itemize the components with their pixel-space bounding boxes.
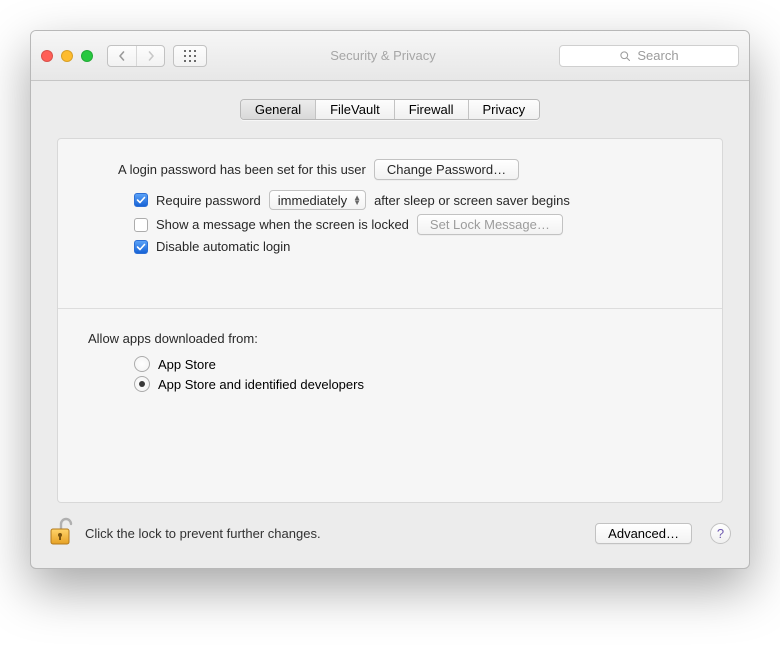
tab-bar: General FileVault Firewall Privacy — [57, 99, 723, 120]
tab-label: Firewall — [409, 102, 454, 117]
footer: Click the lock to prevent further change… — [31, 503, 749, 568]
nav-back-forward — [107, 45, 165, 67]
window-controls — [41, 50, 93, 62]
tab-privacy[interactable]: Privacy — [468, 100, 540, 119]
radio-label: App Store and identified developers — [158, 377, 364, 392]
tab-firewall[interactable]: Firewall — [394, 100, 468, 119]
tab-label: General — [255, 102, 301, 117]
lock-text: Click the lock to prevent further change… — [85, 526, 321, 541]
show-message-row: Show a message when the screen is locked… — [134, 214, 702, 235]
advanced-button[interactable]: Advanced… — [595, 523, 692, 544]
require-password-label: Require password — [156, 193, 261, 208]
back-button[interactable] — [108, 46, 136, 66]
set-lock-message-button[interactable]: Set Lock Message… — [417, 214, 563, 235]
tab-general[interactable]: General — [241, 100, 315, 119]
show-message-label: Show a message when the screen is locked — [156, 217, 409, 232]
window-title: Security & Privacy — [215, 48, 551, 63]
help-button[interactable]: ? — [710, 523, 731, 544]
search-field[interactable]: Search — [559, 45, 739, 67]
require-password-delay-popup[interactable]: immediately ▲▼ — [269, 190, 366, 210]
content-area: General FileVault Firewall Privacy A log… — [31, 81, 749, 503]
disable-auto-login-row: Disable automatic login — [134, 239, 702, 254]
zoom-window-button[interactable] — [81, 50, 93, 62]
change-password-button[interactable]: Change Password… — [374, 159, 519, 180]
show-all-button[interactable] — [173, 45, 207, 67]
tab-filevault[interactable]: FileVault — [315, 100, 394, 119]
gatekeeper-option-appstore[interactable]: App Store — [134, 356, 702, 372]
require-password-checkbox[interactable] — [134, 193, 148, 207]
gatekeeper-label: Allow apps downloaded from: — [88, 331, 702, 346]
show-message-checkbox[interactable] — [134, 218, 148, 232]
disable-auto-login-checkbox[interactable] — [134, 240, 148, 254]
minimize-window-button[interactable] — [61, 50, 73, 62]
lock-open-icon[interactable] — [49, 517, 75, 550]
popup-value: immediately — [278, 193, 347, 208]
radio-identified[interactable] — [134, 376, 150, 392]
require-password-row: Require password immediately ▲▼ after sl… — [134, 190, 702, 210]
divider — [58, 308, 722, 309]
close-window-button[interactable] — [41, 50, 53, 62]
general-panel: A login password has been set for this u… — [57, 138, 723, 503]
radio-appstore[interactable] — [134, 356, 150, 372]
search-placeholder: Search — [637, 48, 678, 63]
login-password-text: A login password has been set for this u… — [118, 162, 366, 177]
require-password-suffix: after sleep or screen saver begins — [374, 193, 570, 208]
preferences-window: Security & Privacy Search General FileVa… — [30, 30, 750, 569]
tab-label: FileVault — [330, 102, 380, 117]
lock-area: Click the lock to prevent further change… — [49, 517, 585, 550]
tab-group: General FileVault Firewall Privacy — [240, 99, 540, 120]
gatekeeper-option-identified[interactable]: App Store and identified developers — [134, 376, 702, 392]
login-password-row: A login password has been set for this u… — [118, 159, 702, 180]
tab-label: Privacy — [483, 102, 526, 117]
search-icon — [619, 50, 631, 62]
stepper-icon: ▲▼ — [353, 195, 361, 205]
forward-button[interactable] — [136, 46, 164, 66]
radio-label: App Store — [158, 357, 216, 372]
disable-auto-login-label: Disable automatic login — [156, 239, 290, 254]
toolbar: Security & Privacy Search — [31, 31, 749, 81]
